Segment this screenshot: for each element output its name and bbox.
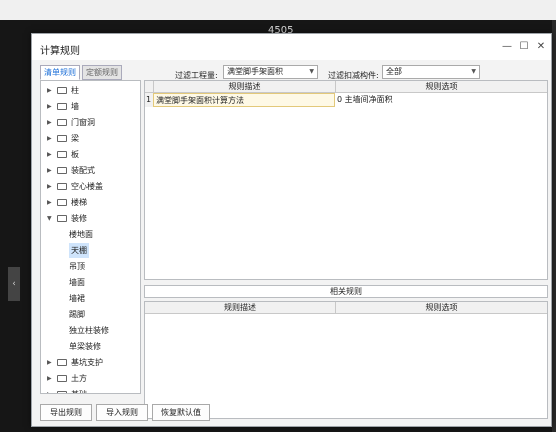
chevron-right-icon: ▶ bbox=[47, 87, 52, 94]
chevron-right-icon: ▶ bbox=[47, 151, 52, 158]
chevron-down-icon: ▼ bbox=[309, 68, 314, 75]
tree-item-beam-finish[interactable]: 单梁装修 bbox=[41, 339, 140, 354]
folder-icon bbox=[57, 359, 67, 366]
grid-corner bbox=[145, 81, 153, 93]
tree-item-column-finish[interactable]: 独立柱装修 bbox=[41, 323, 140, 338]
chevron-right-icon: ▶ bbox=[47, 183, 52, 190]
category-tree: ▶ 柱 ▶ 墙 ▶ 门窗洞 ▶ 梁 ▶ 板 ▶ 装配式 ▶ 空心楼盖 ▶ 楼梯 ▼ 装修 楼地面 … bbox=[40, 80, 141, 394]
folder-icon bbox=[57, 119, 67, 126]
chevron-right-icon: ▶ bbox=[47, 119, 52, 126]
tree-item-beam[interactable]: ▶ 梁 bbox=[41, 131, 140, 146]
tree-item-ceiling[interactable]: 天棚 bbox=[41, 243, 140, 258]
folder-icon bbox=[57, 135, 67, 142]
tree-item-wall[interactable]: ▶ 墙 bbox=[41, 99, 140, 114]
tree-item-earthwork[interactable]: ▶ 土方 bbox=[41, 371, 140, 386]
tab-quota-rules[interactable]: 定额规则 bbox=[82, 65, 122, 80]
filter-deduction-select[interactable]: 全部 ▼ bbox=[382, 65, 480, 79]
tree-item-hollow-floor[interactable]: ▶ 空心楼盖 bbox=[41, 179, 140, 194]
filter-deduction-value: 全部 bbox=[386, 67, 402, 76]
maximize-icon[interactable]: ☐ bbox=[517, 40, 531, 54]
export-rules-button[interactable]: 导出规则 bbox=[40, 404, 92, 421]
calc-rules-dialog: 计算规则 — ☐ ✕ 清单规则 定额规则 过滤工程量: 满堂脚手架面积 ▼ 过滤… bbox=[31, 33, 552, 427]
chevron-right-icon: ▶ bbox=[47, 199, 52, 206]
tree-item-floor[interactable]: 楼地面 bbox=[41, 227, 140, 242]
restore-defaults-button[interactable]: 恢复默认值 bbox=[152, 404, 210, 421]
chevron-right-icon: ▶ bbox=[47, 375, 52, 382]
folder-icon bbox=[57, 103, 67, 110]
col-header-description[interactable]: 规则描述 bbox=[145, 302, 335, 314]
tree-item-excavation-support[interactable]: ▶ 基坑支护 bbox=[41, 355, 140, 370]
minimize-icon[interactable]: — bbox=[500, 40, 514, 54]
chevron-right-icon: ▶ bbox=[47, 359, 52, 366]
tree-item-openings[interactable]: ▶ 门窗洞 bbox=[41, 115, 140, 130]
folder-icon bbox=[57, 87, 67, 94]
tree-item-suspended-ceiling[interactable]: 吊顶 bbox=[41, 259, 140, 274]
chevron-right-icon: ▶ bbox=[47, 103, 52, 110]
import-rules-button[interactable]: 导入规则 bbox=[96, 404, 148, 421]
col-header-option[interactable]: 规则选项 bbox=[335, 302, 547, 314]
chevron-down-icon: ▼ bbox=[47, 215, 52, 222]
cad-right-edge bbox=[552, 20, 556, 432]
tree-item-slab[interactable]: ▶ 板 bbox=[41, 147, 140, 162]
folder-icon bbox=[57, 391, 67, 393]
col-header-option[interactable]: 规则选项 bbox=[335, 81, 547, 93]
related-rules-bar[interactable]: 相关规则 bbox=[144, 285, 548, 298]
side-collapse-tab[interactable]: ‹ bbox=[8, 267, 20, 301]
folder-icon bbox=[57, 199, 67, 206]
chevron-right-icon: ▶ bbox=[47, 167, 52, 174]
chevron-right-icon: ▶ bbox=[47, 387, 52, 393]
tree-item-column[interactable]: ▶ 柱 bbox=[41, 83, 140, 98]
rules-grid: 规则描述 规则选项 1 满堂脚手架面积计算方法 0 主墙间净面积 bbox=[144, 80, 548, 280]
tree-item-foundation[interactable]: ▶基础 bbox=[41, 387, 140, 393]
cad-toolbar bbox=[0, 0, 556, 20]
related-rules-grid: 规则描述 规则选项 bbox=[144, 301, 548, 419]
filter-quantity-select[interactable]: 满堂脚手架面积 ▼ bbox=[223, 65, 318, 79]
close-icon[interactable]: ✕ bbox=[534, 40, 548, 54]
chevron-right-icon: ▶ bbox=[47, 135, 52, 142]
chevron-down-icon: ▼ bbox=[471, 68, 476, 75]
tree-item-decoration[interactable]: ▼ 装修 bbox=[41, 211, 140, 226]
tab-bill-rules[interactable]: 清单规则 bbox=[40, 65, 80, 80]
filter-quantity-value: 满堂脚手架面积 bbox=[227, 67, 283, 76]
tree-item-prefab[interactable]: ▶ 装配式 bbox=[41, 163, 140, 178]
folder-icon bbox=[57, 375, 67, 382]
row-index: 1 bbox=[145, 93, 153, 107]
tree-item-dado[interactable]: 墙裙 bbox=[41, 291, 140, 306]
folder-icon bbox=[57, 167, 67, 174]
dialog-title: 计算规则 bbox=[40, 46, 80, 57]
tree-item-skirting[interactable]: 踢脚 bbox=[41, 307, 140, 322]
folder-icon bbox=[57, 151, 67, 158]
folder-icon bbox=[57, 183, 67, 190]
col-header-description[interactable]: 规则描述 bbox=[153, 81, 335, 93]
tree-item-wall-surface[interactable]: 墙面 bbox=[41, 275, 140, 290]
tree-item-stairs[interactable]: ▶ 楼梯 bbox=[41, 195, 140, 210]
rule-option-cell[interactable]: 0 主墙间净面积 bbox=[335, 93, 547, 107]
rule-description-cell[interactable]: 满堂脚手架面积计算方法 bbox=[153, 93, 335, 107]
dialog-titlebar: 计算规则 — ☐ ✕ bbox=[32, 34, 551, 60]
folder-open-icon bbox=[57, 215, 67, 222]
